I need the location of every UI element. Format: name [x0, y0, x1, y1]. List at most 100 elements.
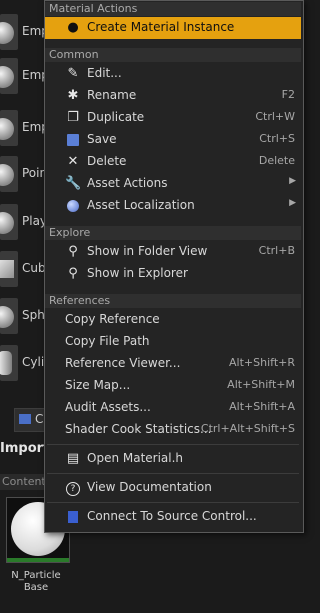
asset-tile[interactable]: Play	[0, 200, 47, 244]
magnifier-icon: ⚲	[68, 244, 78, 259]
globe-icon	[65, 198, 81, 214]
section-title: Common	[49, 48, 99, 61]
menu-item-save[interactable]: Save Ctrl+S	[45, 129, 301, 151]
edit-icon: ✎	[67, 66, 79, 81]
asset-thumbnail	[0, 156, 18, 192]
menu-item-rename[interactable]: ✱ Rename F2	[45, 85, 301, 107]
asset-type-bar	[7, 558, 69, 562]
content-label: Content	[2, 475, 46, 488]
wrench-icon: 🔧	[65, 176, 82, 191]
menu-item-asset-actions[interactable]: 🔧 Asset Actions ▶	[45, 173, 301, 195]
shortcut-label: Ctrl+B	[258, 244, 295, 257]
asset-thumbnail	[0, 14, 18, 50]
shortcut-label: Alt+Shift+A	[229, 400, 295, 413]
source-control-icon	[65, 509, 81, 525]
shortcut-label: F2	[281, 88, 295, 101]
asset-thumbnail	[0, 345, 18, 381]
menu-item-connect-to-source-control[interactable]: Connect To Source Control...	[45, 506, 301, 528]
rename-icon: ✱	[67, 88, 79, 103]
asset-tile[interactable]: Cub	[0, 247, 46, 291]
magnifier-icon: ⚲	[68, 266, 78, 281]
section-header-references: References	[45, 294, 301, 308]
content-browser-tab[interactable]: C	[14, 408, 48, 432]
menu-item-label: Audit Assets...	[65, 400, 151, 414]
code-file-icon: ▤	[66, 451, 80, 466]
menu-item-size-map[interactable]: Size Map... Alt+Shift+M	[45, 375, 301, 397]
asset-tile[interactable]: Poin	[0, 152, 47, 196]
menu-item-label: Edit...	[87, 66, 122, 80]
menu-item-duplicate[interactable]: ❐ Duplicate Ctrl+W	[45, 107, 301, 129]
asset-name-line1: N_Particle	[11, 570, 61, 581]
shortcut-label: Alt+Shift+R	[229, 356, 295, 369]
menu-item-label: Copy Reference	[65, 312, 160, 326]
menu-item-label: Rename	[87, 88, 137, 102]
content-browser-icon	[19, 414, 31, 424]
section-title: Material Actions	[49, 2, 138, 15]
menu-item-label: Save	[87, 132, 117, 146]
shortcut-label: Delete	[258, 154, 295, 167]
content-breadcrumb[interactable]: Content	[0, 474, 46, 490]
menu-item-label: Shader Cook Statistics...	[65, 422, 212, 436]
menu-item-label: Reference Viewer...	[65, 356, 181, 370]
asset-tile[interactable]: Emp	[0, 54, 49, 98]
asset-name-line2: Base	[23, 582, 49, 593]
menu-item-label: Size Map...	[65, 378, 131, 392]
menu-item-create-material-instance[interactable]: ● Create Material Instance	[45, 17, 301, 39]
shortcut-label: Ctrl+S	[259, 132, 295, 145]
menu-item-label: Delete	[87, 154, 127, 168]
asset-tile[interactable]: Emp	[0, 106, 49, 150]
help-icon: ?	[65, 480, 81, 496]
menu-item-label: Asset Actions	[87, 176, 168, 190]
import-button[interactable]: Import	[0, 441, 49, 456]
menu-item-label: Connect To Source Control...	[87, 509, 257, 523]
selected-asset-name: N_Particle Base	[0, 570, 72, 594]
menu-item-asset-localization[interactable]: Asset Localization ▶	[45, 195, 301, 217]
shortcut-label: Alt+Shift+M	[227, 378, 295, 391]
menu-item-view-documentation[interactable]: ? View Documentation	[45, 477, 301, 499]
asset-thumbnail	[0, 204, 18, 240]
menu-item-label: Create Material Instance	[87, 20, 235, 34]
section-header-material-actions: Material Actions	[45, 2, 301, 16]
menu-item-label: Show in Explorer	[87, 266, 188, 280]
menu-item-reference-viewer[interactable]: Reference Viewer... Alt+Shift+R	[45, 353, 301, 375]
asset-thumbnail	[0, 110, 18, 146]
menu-item-delete[interactable]: ✕ Delete Delete	[45, 151, 301, 173]
submenu-arrow-icon: ▶	[289, 176, 296, 186]
section-header-common: Common	[45, 48, 301, 62]
section-header-explore: Explore	[45, 226, 301, 240]
menu-item-label: View Documentation	[87, 480, 212, 494]
asset-tile[interactable]: Emp	[0, 10, 49, 54]
asset-thumbnail	[0, 251, 18, 287]
menu-divider	[47, 444, 299, 445]
menu-item-audit-assets[interactable]: Audit Assets... Alt+Shift+A	[45, 397, 301, 419]
menu-item-label: Copy File Path	[65, 334, 150, 348]
menu-item-copy-file-path[interactable]: Copy File Path	[45, 331, 301, 353]
menu-item-show-in-folder-view[interactable]: ⚲ Show in Folder View Ctrl+B	[45, 241, 301, 263]
menu-divider	[47, 473, 299, 474]
asset-thumbnail	[0, 298, 18, 334]
asset-context-menu: Material Actions ● Create Material Insta…	[44, 0, 304, 533]
menu-item-label: Asset Localization	[87, 198, 195, 212]
shortcut-label: Ctrl+W	[255, 110, 295, 123]
asset-thumbnail	[0, 58, 18, 94]
asset-tile[interactable]: Sphe	[0, 294, 52, 338]
asset-tile[interactable]: Cylin	[0, 341, 52, 385]
submenu-arrow-icon: ▶	[289, 198, 296, 208]
menu-item-open-material-h[interactable]: ▤ Open Material.h	[45, 448, 301, 470]
asset-label: Cub	[22, 261, 46, 275]
save-icon	[65, 132, 81, 148]
menu-item-edit[interactable]: ✎ Edit...	[45, 63, 301, 85]
delete-icon: ✕	[67, 154, 79, 169]
menu-item-label: Show in Folder View	[87, 244, 208, 258]
menu-item-show-in-explorer[interactable]: ⚲ Show in Explorer	[45, 263, 301, 285]
menu-item-shader-cook-statistics[interactable]: Shader Cook Statistics... Ctrl+Alt+Shift…	[45, 419, 301, 441]
menu-item-label: Duplicate	[87, 110, 145, 124]
menu-divider	[47, 502, 299, 503]
section-title: References	[49, 294, 111, 307]
duplicate-icon: ❐	[67, 110, 79, 125]
menu-item-label: Open Material.h	[87, 451, 184, 465]
menu-item-copy-reference[interactable]: Copy Reference	[45, 309, 301, 331]
material-instance-icon: ●	[67, 20, 79, 35]
tab-label: C	[35, 412, 44, 426]
shortcut-label: Ctrl+Alt+Shift+S	[200, 422, 295, 435]
